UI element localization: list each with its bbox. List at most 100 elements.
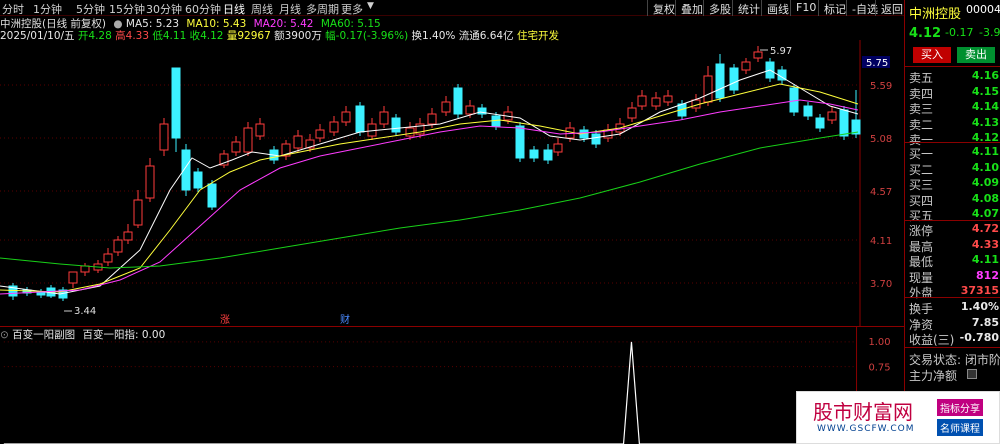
period-toolbar: 分时 1分钟 5分钟 15分钟 30分钟 60分钟 日线 周线 月线 多周期 更… xyxy=(0,0,904,16)
event-marker-cai: 财 xyxy=(340,313,350,326)
tab-monthly[interactable]: 月线 xyxy=(279,1,301,17)
candle-body xyxy=(553,143,563,153)
main-flow-label: 主力净额 xyxy=(909,369,958,383)
candle-body xyxy=(465,105,475,115)
axis-tick: 5.59 xyxy=(870,81,892,92)
axis-tick: 0.75 xyxy=(868,363,890,374)
indicator-line xyxy=(3,341,857,444)
candle-body xyxy=(243,127,253,153)
candle-body xyxy=(703,75,713,103)
ma-line xyxy=(0,99,859,295)
candle-body xyxy=(803,105,813,117)
ma-line xyxy=(0,69,859,295)
quote-row: 现量 812 xyxy=(907,269,1000,285)
quote-value: 4.11 xyxy=(971,253,999,266)
quote-row: 净资 7.85 xyxy=(907,316,1000,332)
trade-status: 交易状态: 闭市阶 xyxy=(909,353,1000,367)
candle-body xyxy=(815,117,825,129)
quote-value: 4.07 xyxy=(971,207,999,220)
main-flow-row: 主力净额 xyxy=(907,367,1000,383)
quote-value: 4.13 xyxy=(971,115,999,129)
flow-detail-icon[interactable] xyxy=(967,369,977,379)
candle-body xyxy=(515,125,525,159)
candle-body xyxy=(753,51,763,59)
indicator-chart[interactable]: 1.00 0.75 xyxy=(0,326,904,444)
candle-body xyxy=(427,113,437,125)
axis-tick: 4.11 xyxy=(870,236,892,247)
candle-body xyxy=(123,231,133,241)
candle-body xyxy=(193,171,203,189)
quote-row: 卖五 4.16 xyxy=(907,69,1000,85)
price-change: -0.17 xyxy=(945,26,974,39)
candle-body xyxy=(591,133,601,145)
quote-row: 卖二 4.13 xyxy=(907,115,1000,132)
axis-tick: 5.08 xyxy=(870,134,892,145)
candle-body xyxy=(315,129,325,139)
quote-row: 卖四 4.15 xyxy=(907,84,1000,101)
quote-label: 换手 xyxy=(909,302,934,316)
quote-label: 买四 xyxy=(909,193,934,208)
quote-label: 最高 xyxy=(909,239,934,254)
quote-row: 外盘 37315 xyxy=(907,284,1000,300)
tab-daily[interactable]: 日线 xyxy=(223,1,245,17)
quote-value: 37315 xyxy=(960,284,999,297)
quote-label: 净资 xyxy=(909,317,934,332)
candle-body xyxy=(637,95,647,107)
tab-1min[interactable]: 1分钟 xyxy=(33,1,62,17)
axis-tick: 3.70 xyxy=(870,279,892,290)
quote-label: 涨停 xyxy=(909,224,934,238)
candle-body xyxy=(171,67,181,139)
chevron-down-icon[interactable]: ▼ xyxy=(367,1,374,11)
quote-label: 卖五 xyxy=(909,71,934,85)
buy-button[interactable]: 买入 xyxy=(913,47,951,63)
candle-body xyxy=(329,121,339,133)
trade-status-row: 交易状态: 闭市阶 xyxy=(907,351,1000,367)
tab-multi[interactable]: 多周期 xyxy=(306,1,339,17)
quote-label: 外盘 xyxy=(909,286,934,300)
quote-label: 卖二 xyxy=(909,117,934,132)
candle-body xyxy=(441,101,451,113)
sell-button[interactable]: 卖出 xyxy=(957,47,995,63)
candle-body xyxy=(391,117,401,133)
tab-timeshare[interactable]: 分时 xyxy=(2,1,24,17)
candle-body xyxy=(663,95,673,103)
quote-label: 卖三 xyxy=(909,102,934,116)
ma-line xyxy=(0,131,859,269)
kline-chart[interactable]: 5.59 5.08 4.57 4.11 3.70 5.75 5.97 3.44 … xyxy=(0,40,904,326)
quote-row: 涨停 4.72 xyxy=(907,222,1000,238)
candle-body xyxy=(133,199,143,226)
candle-body xyxy=(379,111,389,125)
quote-value: 4.14 xyxy=(971,100,999,113)
candle-body xyxy=(729,67,739,91)
quote-value: 4.33 xyxy=(971,237,999,251)
candle-body xyxy=(453,87,463,115)
f10-button[interactable]: F10 xyxy=(790,0,821,16)
event-marker-zhang: 涨 xyxy=(220,314,230,326)
tab-15min[interactable]: 15分钟 xyxy=(109,1,145,17)
tab-30min[interactable]: 30分钟 xyxy=(146,1,182,17)
price-tag: 5.75 xyxy=(866,58,888,69)
candle-body xyxy=(341,111,351,123)
candle-body xyxy=(231,141,241,153)
tab-more[interactable]: 更多 xyxy=(341,1,363,17)
candle-body xyxy=(715,63,725,99)
candle-body xyxy=(255,123,265,137)
tab-weekly[interactable]: 周线 xyxy=(251,1,273,17)
quote-label: 现量 xyxy=(909,270,934,285)
axis-tick: 4.57 xyxy=(870,187,892,198)
tab-60min[interactable]: 60分钟 xyxy=(185,1,221,17)
watermark-logo: 股市财富网 xyxy=(813,400,913,424)
candle-body xyxy=(103,253,113,263)
quote-row: 买二 4.10 xyxy=(907,161,1000,177)
tab-5min[interactable]: 5分钟 xyxy=(76,1,105,17)
divider xyxy=(905,220,1000,221)
quote-row: 买五 4.07 xyxy=(907,207,1000,223)
quote-row: 卖三 4.14 xyxy=(907,100,1000,116)
divider xyxy=(905,66,1000,67)
quote-value: 4.15 xyxy=(971,84,999,98)
quote-value: 4.72 xyxy=(971,222,999,235)
candle-body xyxy=(367,123,377,137)
candle-body xyxy=(159,123,169,151)
candle-body xyxy=(113,239,123,253)
price-pct: -3.9 xyxy=(979,26,1000,39)
